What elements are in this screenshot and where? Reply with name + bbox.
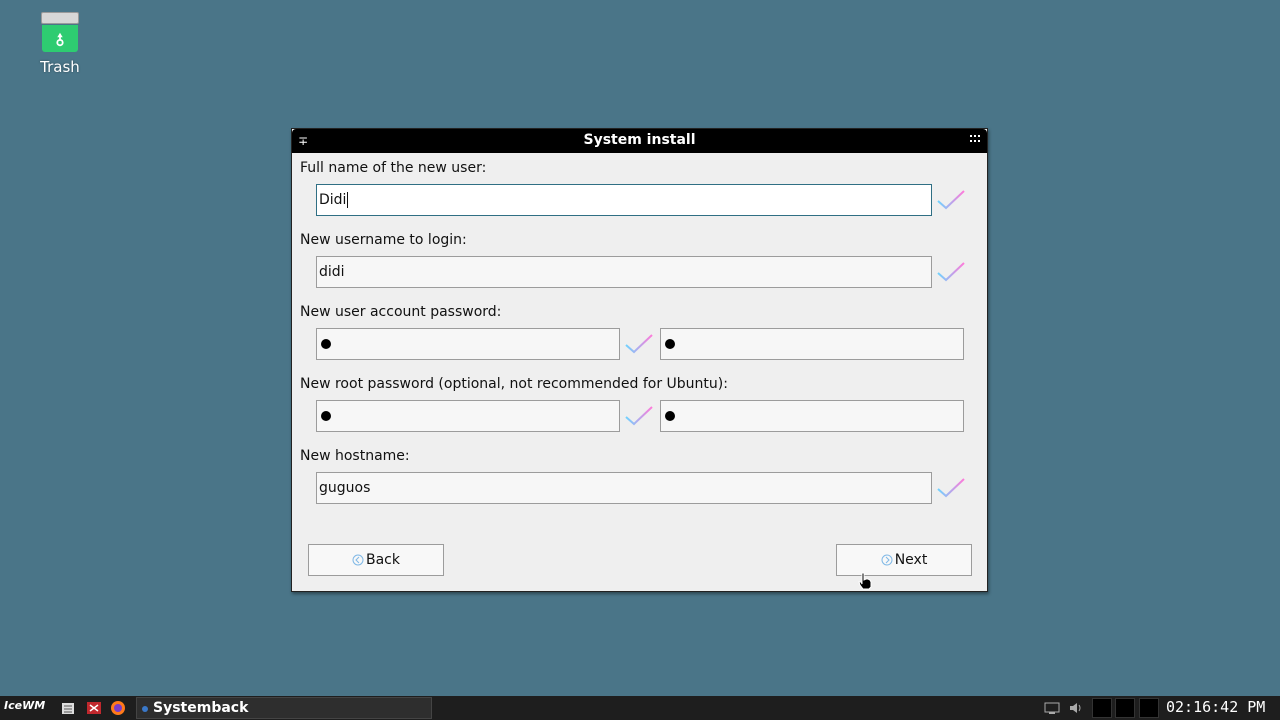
username-input[interactable]: didi	[316, 256, 932, 288]
full-name-value: Didi	[319, 192, 347, 208]
taskbar: IceWM Systemback 02:16:42 PM	[0, 696, 1280, 720]
full-name-label: Full name of the new user:	[300, 160, 487, 176]
full-name-input[interactable]: Didi	[316, 184, 932, 216]
workspace-1[interactable]	[1092, 698, 1112, 718]
user-password-confirm-input[interactable]	[660, 328, 964, 360]
username-value: didi	[319, 264, 345, 280]
start-menu-button[interactable]: IceWM	[4, 699, 45, 712]
password-dot	[665, 411, 675, 421]
hostname-checkmark-icon	[937, 478, 965, 498]
hostname-input[interactable]: guguos	[316, 472, 932, 504]
next-button-label: Next	[894, 552, 928, 568]
password-dot	[321, 339, 331, 349]
user-password-label: New user account password:	[300, 304, 502, 320]
root-password-confirm-input[interactable]	[660, 400, 964, 432]
user-password-checkmark-icon	[625, 334, 653, 354]
trash-label: Trash	[40, 58, 80, 76]
window-titlebar[interactable]: ∓ System install	[292, 129, 987, 153]
next-arrow-icon	[881, 554, 893, 566]
root-password-checkmark-icon	[625, 406, 653, 426]
start-menu-label: IceWM	[4, 699, 46, 712]
file-manager-icon[interactable]	[60, 700, 76, 716]
systemback-icon	[142, 706, 148, 712]
window-options-icon[interactable]	[970, 133, 982, 145]
password-dot	[321, 411, 331, 421]
next-button[interactable]: Next	[836, 544, 972, 576]
task-systemback[interactable]: Systemback	[136, 697, 432, 719]
root-password-label: New root password (optional, not recomme…	[300, 376, 728, 392]
hand-cursor-icon	[858, 572, 872, 590]
workspace-3[interactable]	[1139, 698, 1159, 718]
network-icon[interactable]	[1044, 700, 1060, 716]
hostname-label: New hostname:	[300, 448, 410, 464]
back-arrow-icon	[352, 554, 364, 566]
password-dot	[665, 339, 675, 349]
text-caret	[347, 192, 349, 208]
username-checkmark-icon	[937, 262, 965, 282]
user-password-input[interactable]	[316, 328, 620, 360]
trash-icon	[41, 10, 79, 52]
window-title: System install	[583, 132, 696, 148]
clock[interactable]: 02:16:42 PM	[1166, 698, 1265, 716]
task-systemback-label: Systemback	[153, 700, 249, 716]
firefox-icon[interactable]	[110, 700, 126, 716]
system-install-window: ∓ System install Full name of the new us…	[291, 128, 988, 592]
back-button-label: Back	[366, 552, 400, 568]
full-name-checkmark-icon	[937, 190, 965, 210]
terminal-icon[interactable]	[86, 700, 102, 716]
desktop-trash[interactable]: Trash	[30, 10, 90, 76]
root-password-input[interactable]	[316, 400, 620, 432]
volume-icon[interactable]	[1068, 700, 1084, 716]
username-label: New username to login:	[300, 232, 467, 248]
back-button[interactable]: Back	[308, 544, 444, 576]
workspace-2[interactable]	[1115, 698, 1135, 718]
hostname-value: guguos	[319, 480, 371, 496]
